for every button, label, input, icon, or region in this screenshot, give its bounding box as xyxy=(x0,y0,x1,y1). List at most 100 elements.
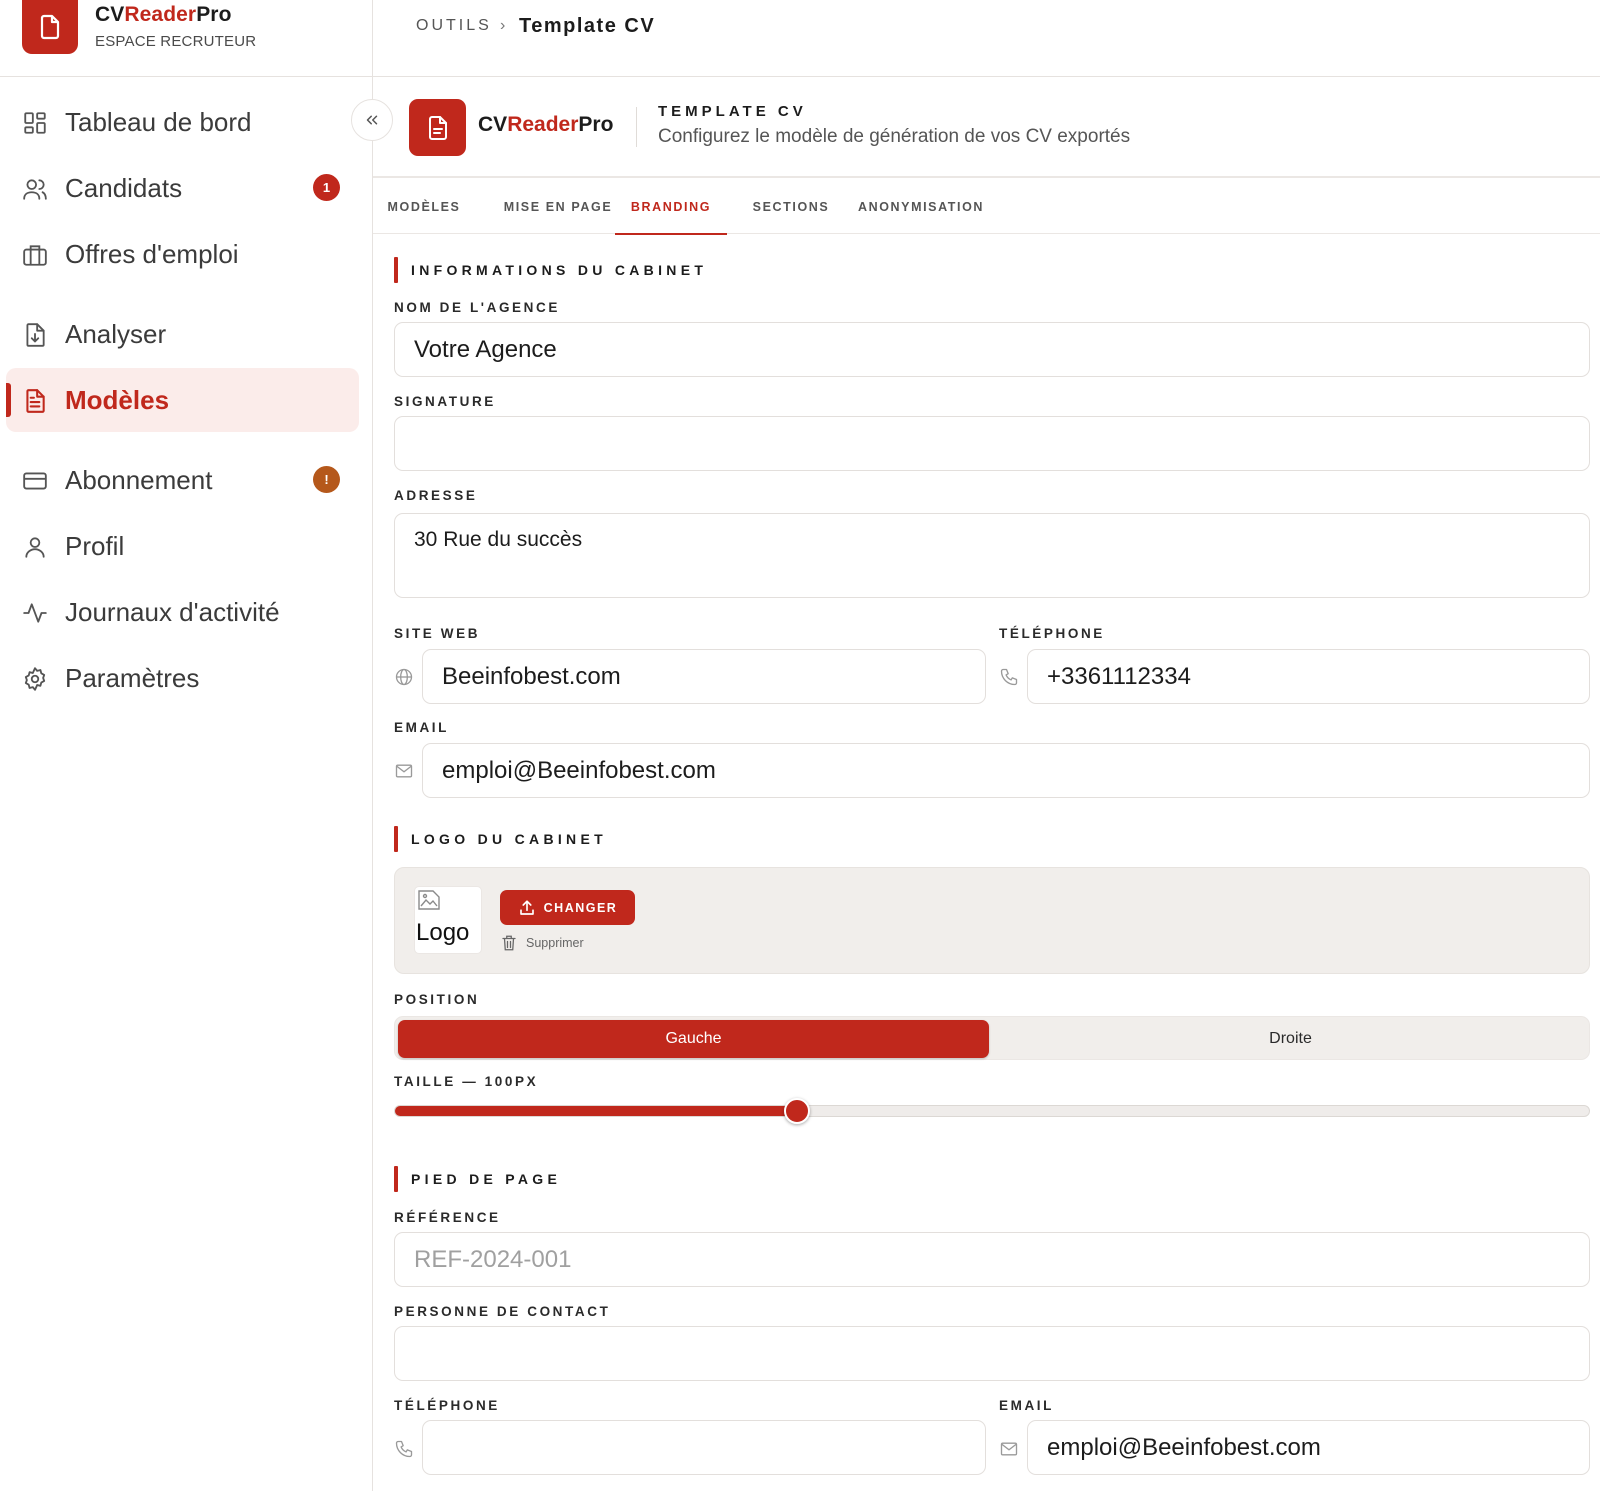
sidebar-item-modeles[interactable]: Modèles xyxy=(6,368,359,432)
abonnement-alert-badge: ! xyxy=(313,466,340,493)
tab-bar: MODÈLES MISE EN PAGE BRANDING SECTIONS A… xyxy=(373,180,1600,235)
sidebar-item-label: Paramètres xyxy=(65,662,200,693)
mail-icon xyxy=(1000,1442,1018,1456)
agency-name-label: NOM DE L'AGENCE xyxy=(394,300,560,315)
size-label: TAILLE — 100PX xyxy=(394,1074,539,1089)
app-root: CVReaderPro ESPACE RECRUTEUR Tableau de … xyxy=(0,0,1600,1491)
document-icon xyxy=(40,14,60,40)
sidebar-item-candidats[interactable]: Candidats 1 xyxy=(6,156,359,220)
phone-input[interactable]: +3361112334 xyxy=(1027,649,1590,704)
footer-phone-label: TÉLÉPHONE xyxy=(394,1398,500,1413)
briefcase-icon xyxy=(23,245,47,266)
app-logo[interactable] xyxy=(22,0,78,54)
sidebar-item-label: Modèles xyxy=(65,384,170,415)
mail-icon xyxy=(395,764,413,778)
users-icon xyxy=(23,179,47,200)
page-header-logo xyxy=(409,99,466,156)
sidebar: CVReaderPro ESPACE RECRUTEUR Tableau de … xyxy=(0,0,373,1491)
brand-name-part1: CV xyxy=(95,3,125,26)
sidebar-item-label: Tableau de bord xyxy=(65,106,252,137)
website-input[interactable]: Beeinfobest.com xyxy=(422,649,986,704)
breadcrumb-separator: › xyxy=(500,17,506,34)
position-option-gauche[interactable]: Gauche xyxy=(398,1020,989,1058)
sidebar-item-label: Abonnement xyxy=(65,464,213,495)
page-title: TEMPLATE CV xyxy=(658,103,807,120)
signature-input[interactable] xyxy=(394,416,1590,471)
breadcrumb-current: Template CV xyxy=(519,15,656,37)
file-download-icon xyxy=(26,323,45,347)
section-title-logo: LOGO DU CABINET xyxy=(394,826,607,852)
sidebar-item-label: Analyser xyxy=(65,318,167,349)
chevrons-left-icon xyxy=(366,115,378,125)
sidebar-item-label: Profil xyxy=(65,530,125,561)
header-divider xyxy=(636,107,637,147)
tab-anonymisation[interactable]: ANONYMISATION xyxy=(851,180,991,234)
address-textarea[interactable]: 30 Rue du succès xyxy=(394,513,1590,598)
file-text-icon xyxy=(428,115,447,140)
sidebar-item-parametres[interactable]: Paramètres xyxy=(6,646,359,710)
footer-email-label: EMAIL xyxy=(999,1398,1054,1413)
brand-header: CVReaderPro ESPACE RECRUTEUR xyxy=(0,0,373,77)
top-bar: OUTILS › Template CV xyxy=(373,0,1600,77)
brand-name-part3: Pro xyxy=(196,3,232,26)
gear-icon xyxy=(24,667,46,691)
activity-icon xyxy=(23,603,47,623)
position-label: POSITION xyxy=(394,992,480,1007)
file-text-icon xyxy=(26,389,45,413)
position-option-droite[interactable]: Droite xyxy=(995,1020,1586,1058)
broken-image-icon xyxy=(418,890,440,910)
contact-person-input[interactable] xyxy=(394,1326,1590,1381)
tab-sections[interactable]: SECTIONS xyxy=(740,180,842,234)
sidebar-item-profil[interactable]: Profil xyxy=(6,514,359,578)
signature-label: SIGNATURE xyxy=(394,394,496,409)
section-title-footer: PIED DE PAGE xyxy=(394,1166,561,1192)
sidebar-item-tableau-de-bord[interactable]: Tableau de bord xyxy=(6,90,359,154)
logo-preview: Logo xyxy=(414,886,482,954)
agency-name-input[interactable]: Votre Agence xyxy=(394,322,1590,377)
sidebar-item-label: Offres d'emploi xyxy=(65,238,239,269)
website-label: SITE WEB xyxy=(394,626,481,641)
section-title-cabinet: INFORMATIONS DU CABINET xyxy=(394,257,707,283)
sidebar-collapse-button[interactable] xyxy=(351,99,393,141)
change-logo-label: CHANGER xyxy=(543,900,618,915)
page-header-brand-part3: Pro xyxy=(578,113,614,136)
delete-logo-button[interactable]: Supprimer xyxy=(500,932,584,954)
logo-position-toggle: Gauche Droite xyxy=(394,1016,1590,1060)
sidebar-item-offres-emploi[interactable]: Offres d'emploi xyxy=(6,222,359,286)
email-input[interactable]: emploi@Beeinfobest.com xyxy=(422,743,1590,798)
phone-icon xyxy=(1000,668,1018,686)
credit-card-icon xyxy=(23,472,47,490)
phone-icon xyxy=(395,1440,413,1458)
sidebar-item-journaux[interactable]: Journaux d'activité xyxy=(6,580,359,644)
active-indicator xyxy=(6,383,11,417)
sidebar-item-analyser[interactable]: Analyser xyxy=(6,302,359,366)
logo-upload-panel: Logo CHANGER Supprimer xyxy=(394,867,1590,974)
change-logo-button[interactable]: CHANGER xyxy=(500,890,635,925)
upload-icon xyxy=(519,899,534,915)
globe-icon xyxy=(395,668,413,686)
tab-modeles[interactable]: MODÈLES xyxy=(373,180,475,234)
page-header-brand-part1: CV xyxy=(478,113,508,136)
page-header-brand: CVReaderPro xyxy=(478,113,613,137)
branding-form: INFORMATIONS DU CABINET NOM DE L'AGENCE … xyxy=(373,234,1600,1491)
address-label: ADRESSE xyxy=(394,488,478,503)
slider-thumb[interactable] xyxy=(784,1098,811,1124)
breadcrumb-root[interactable]: OUTILS xyxy=(416,17,492,35)
footer-phone-input[interactable] xyxy=(422,1420,986,1475)
brand-subtitle: ESPACE RECRUTEUR xyxy=(95,33,257,50)
page-header: CVReaderPro TEMPLATE CV Configurez le mo… xyxy=(373,77,1600,178)
email-label: EMAIL xyxy=(394,720,449,735)
reference-placeholder: REF-2024-001 xyxy=(414,1245,572,1273)
footer-email-input[interactable]: emploi@Beeinfobest.com xyxy=(1027,1420,1590,1475)
tab-mise-en-page[interactable]: MISE EN PAGE xyxy=(494,180,622,234)
logo-size-slider[interactable] xyxy=(394,1098,1590,1124)
logo-alt-text: Logo xyxy=(416,919,470,946)
tab-branding[interactable]: BRANDING xyxy=(615,180,727,235)
page-subtitle: Configurez le modèle de génération de vo… xyxy=(658,126,1131,147)
slider-fill xyxy=(395,1106,798,1116)
delete-logo-label: Supprimer xyxy=(526,936,584,950)
contact-person-label: PERSONNE DE CONTACT xyxy=(394,1304,611,1319)
reference-input[interactable]: REF-2024-001 xyxy=(394,1232,1590,1287)
sidebar-item-label: Candidats xyxy=(65,172,183,203)
sidebar-item-abonnement[interactable]: Abonnement ! xyxy=(6,448,359,512)
